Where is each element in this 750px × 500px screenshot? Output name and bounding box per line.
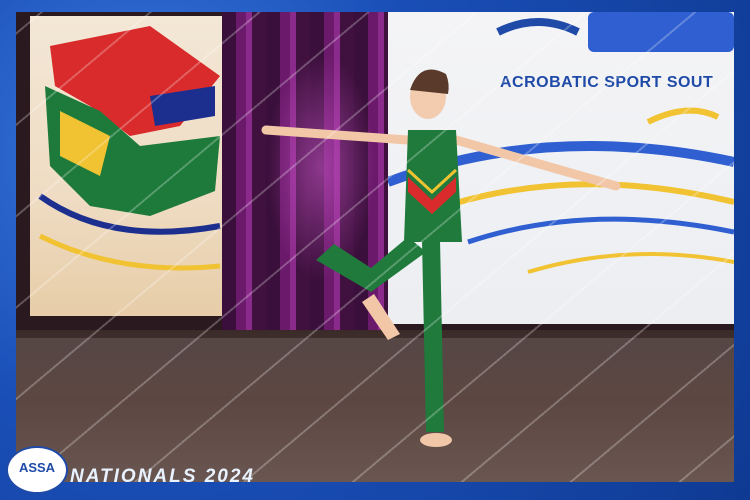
photo-frame: ACROBATIC SPORT SOUT ASSA NATIONALS 2024 bbox=[0, 0, 750, 500]
assa-logo-text: ASSA bbox=[18, 460, 56, 475]
photographer-watermark bbox=[16, 12, 734, 482]
event-caption: NATIONALS 2024 bbox=[70, 466, 255, 487]
assa-logo: ASSA bbox=[6, 446, 68, 494]
event-photo: ACROBATIC SPORT SOUT bbox=[16, 12, 734, 482]
